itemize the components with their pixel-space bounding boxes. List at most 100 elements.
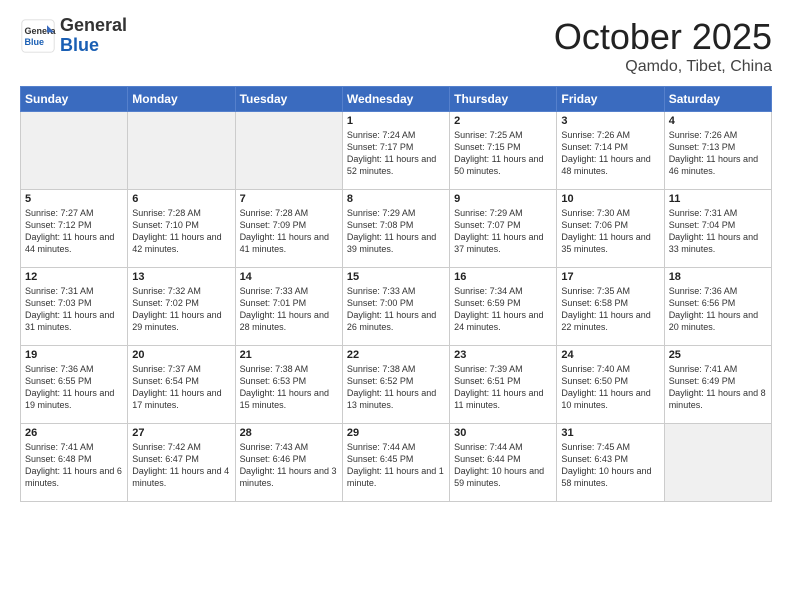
calendar-week-row: 5Sunrise: 7:27 AMSunset: 7:12 PMDaylight… [21,190,772,268]
day-number: 21 [240,349,338,361]
table-row: 27 Sunrise: 7:42 AMSunset: 6:47 PMDayligh… [128,424,235,502]
table-row: 23Sunrise: 7:39 AMSunset: 6:51 PMDayligh… [450,346,557,424]
header-sunday: Sunday [21,87,128,112]
cell-info: Sunrise: 7:31 AMSunset: 7:04 PMDaylight:… [669,207,767,256]
table-row: 18 Sunrise: 7:36 AMSunset: 6:56 PMDayligh… [664,268,771,346]
table-row: 3 Sunrise: 7:26 AMSunset: 7:14 PMDaylight… [557,112,664,190]
header-monday: Monday [128,87,235,112]
table-row: 30 Sunrise: 7:44 AMSunset: 6:44 PMDayligh… [450,424,557,502]
day-number: 18 [669,271,767,283]
table-row: 6 Sunrise: 7:28 AMSunset: 7:10 PMDaylight… [128,190,235,268]
cell-info: Sunrise: 7:41 AMSunset: 6:49 PMDaylight:… [669,363,767,412]
logo-blue-text: Blue [60,36,127,56]
table-row [128,112,235,190]
table-row: 24Sunrise: 7:40 AMSunset: 6:50 PMDayligh… [557,346,664,424]
table-row: 13Sunrise: 7:32 AMSunset: 7:02 PMDayligh… [128,268,235,346]
table-row [21,112,128,190]
cell-info: Sunrise: 7:42 AMSunset: 6:47 PMDaylight:… [132,441,230,490]
calendar-header-row: Sunday Monday Tuesday Wednesday Thursday… [21,87,772,112]
day-number: 11 [669,193,767,205]
table-row: 29 Sunrise: 7:44 AMSunset: 6:45 PMDayligh… [342,424,449,502]
day-number: 4 [669,115,767,127]
page: General Blue General Blue October 2025 Q… [0,0,792,612]
day-number: 25 [669,349,767,361]
header-saturday: Saturday [664,87,771,112]
cell-info: Sunrise: 7:41 AMSunset: 6:48 PMDaylight:… [25,441,123,490]
day-number: 17 [561,271,659,283]
table-row: 21Sunrise: 7:38 AMSunset: 6:53 PMDayligh… [235,346,342,424]
cell-info: Sunrise: 7:25 AMSunset: 7:15 PMDaylight:… [454,129,552,178]
cell-info: Sunrise: 7:28 AMSunset: 7:09 PMDaylight:… [240,207,338,256]
table-row: 8Sunrise: 7:29 AMSunset: 7:08 PMDaylight… [342,190,449,268]
day-number: 30 [454,427,552,439]
header-tuesday: Tuesday [235,87,342,112]
day-number: 9 [454,193,552,205]
day-number: 24 [561,349,659,361]
table-row: 16Sunrise: 7:34 AMSunset: 6:59 PMDayligh… [450,268,557,346]
cell-info: Sunrise: 7:27 AMSunset: 7:12 PMDaylight:… [25,207,123,256]
cell-info: Sunrise: 7:31 AMSunset: 7:03 PMDaylight:… [25,285,123,334]
header: General Blue General Blue October 2025 Q… [20,16,772,76]
day-number: 29 [347,427,445,439]
day-number: 10 [561,193,659,205]
day-number: 13 [132,271,230,283]
cell-info: Sunrise: 7:36 AMSunset: 6:56 PMDaylight:… [669,285,767,334]
day-number: 31 [561,427,659,439]
logo-text: General Blue [60,16,127,56]
table-row: 7 Sunrise: 7:28 AMSunset: 7:09 PMDaylight… [235,190,342,268]
table-row: 25 Sunrise: 7:41 AMSunset: 6:49 PMDayligh… [664,346,771,424]
calendar-body: 1 Sunrise: 7:24 AMSunset: 7:17 PMDaylight… [21,112,772,502]
table-row: 28Sunrise: 7:43 AMSunset: 6:46 PMDayligh… [235,424,342,502]
header-friday: Friday [557,87,664,112]
title-block: October 2025 Qamdo, Tibet, China [554,16,772,76]
cell-info: Sunrise: 7:28 AMSunset: 7:10 PMDaylight:… [132,207,230,256]
day-number: 26 [25,427,123,439]
cell-info: Sunrise: 7:44 AMSunset: 6:45 PMDaylight:… [347,441,445,490]
table-row: 20 Sunrise: 7:37 AMSunset: 6:54 PMDayligh… [128,346,235,424]
logo-icon: General Blue [20,18,56,54]
day-number: 2 [454,115,552,127]
header-wednesday: Wednesday [342,87,449,112]
table-row: 5Sunrise: 7:27 AMSunset: 7:12 PMDaylight… [21,190,128,268]
day-number: 20 [132,349,230,361]
table-row: 12Sunrise: 7:31 AMSunset: 7:03 PMDayligh… [21,268,128,346]
table-row: 31 Sunrise: 7:45 AMSunset: 6:43 PMDayligh… [557,424,664,502]
logo-general-text: General [60,16,127,36]
day-number: 15 [347,271,445,283]
logo: General Blue General Blue [20,16,127,56]
calendar-week-row: 26 Sunrise: 7:41 AMSunset: 6:48 PMDayligh… [21,424,772,502]
table-row: 15 Sunrise: 7:33 AMSunset: 7:00 PMDayligh… [342,268,449,346]
table-row: 1 Sunrise: 7:24 AMSunset: 7:17 PMDaylight… [342,112,449,190]
calendar-week-row: 19 Sunrise: 7:36 AMSunset: 6:55 PMDayligh… [21,346,772,424]
table-row: 11 Sunrise: 7:31 AMSunset: 7:04 PMDayligh… [664,190,771,268]
cell-info: Sunrise: 7:29 AMSunset: 7:07 PMDaylight:… [454,207,552,256]
table-row [664,424,771,502]
day-number: 23 [454,349,552,361]
day-number: 3 [561,115,659,127]
svg-text:Blue: Blue [25,37,45,47]
cell-info: Sunrise: 7:36 AMSunset: 6:55 PMDaylight:… [25,363,123,412]
day-number: 7 [240,193,338,205]
day-number: 27 [132,427,230,439]
day-number: 19 [25,349,123,361]
cell-info: Sunrise: 7:45 AMSunset: 6:43 PMDaylight:… [561,441,659,490]
cell-info: Sunrise: 7:24 AMSunset: 7:17 PMDaylight:… [347,129,445,178]
table-row: 17Sunrise: 7:35 AMSunset: 6:58 PMDayligh… [557,268,664,346]
cell-info: Sunrise: 7:33 AMSunset: 7:00 PMDaylight:… [347,285,445,334]
cell-info: Sunrise: 7:38 AMSunset: 6:52 PMDaylight:… [347,363,445,412]
cell-info: Sunrise: 7:37 AMSunset: 6:54 PMDaylight:… [132,363,230,412]
cell-info: Sunrise: 7:26 AMSunset: 7:13 PMDaylight:… [669,129,767,178]
header-thursday: Thursday [450,87,557,112]
table-row: 14Sunrise: 7:33 AMSunset: 7:01 PMDayligh… [235,268,342,346]
cell-info: Sunrise: 7:44 AMSunset: 6:44 PMDaylight:… [454,441,552,490]
cell-info: Sunrise: 7:26 AMSunset: 7:14 PMDaylight:… [561,129,659,178]
table-row: 10 Sunrise: 7:30 AMSunset: 7:06 PMDayligh… [557,190,664,268]
day-number: 1 [347,115,445,127]
table-row [235,112,342,190]
cell-info: Sunrise: 7:30 AMSunset: 7:06 PMDaylight:… [561,207,659,256]
table-row: 19 Sunrise: 7:36 AMSunset: 6:55 PMDayligh… [21,346,128,424]
cell-info: Sunrise: 7:43 AMSunset: 6:46 PMDaylight:… [240,441,338,490]
day-number: 14 [240,271,338,283]
table-row: 22Sunrise: 7:38 AMSunset: 6:52 PMDayligh… [342,346,449,424]
day-number: 6 [132,193,230,205]
